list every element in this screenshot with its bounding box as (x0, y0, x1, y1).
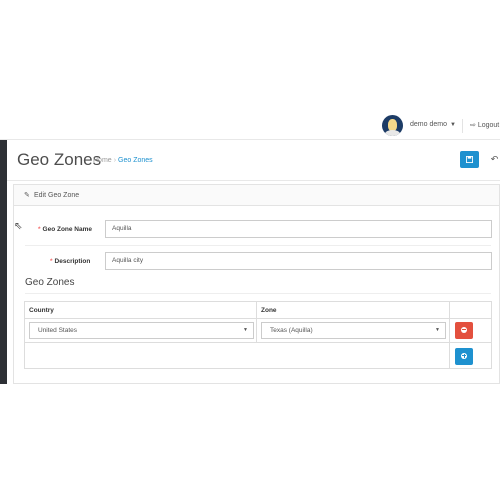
pencil-icon: ✎ (24, 192, 30, 199)
zone-select-value: Texas (Aquilla) (270, 327, 313, 334)
back-button[interactable]: ↶ (485, 151, 500, 168)
breadcrumb-home[interactable]: Home (93, 157, 112, 164)
header-divider (462, 119, 463, 133)
section-divider (25, 293, 491, 294)
select-arrow-icon: ▼ (243, 327, 248, 333)
avatar-body (385, 130, 400, 136)
caret-down-icon: ▼ (449, 122, 456, 128)
breadcrumb: Home › Geo Zones (93, 157, 153, 164)
sidebar-edge (0, 140, 7, 384)
remove-zone-button[interactable] (455, 322, 473, 339)
sign-out-icon: ⇨ (470, 122, 476, 129)
column-header-country: Country (25, 302, 257, 319)
save-button[interactable] (460, 151, 479, 168)
form-divider (25, 245, 491, 246)
user-avatar[interactable] (382, 115, 403, 136)
reply-icon: ↶ (490, 154, 499, 164)
page-title: Geo Zones (17, 150, 102, 169)
required-marker: * (50, 258, 53, 265)
user-name: demo demo (410, 121, 447, 128)
top-header: demo demo ▼ ⇨ Logout (0, 112, 500, 140)
table-footer-cell (25, 343, 450, 369)
select-arrow-icon: ▼ (435, 327, 440, 333)
panel-heading: ✎ Edit Geo Zone (14, 185, 499, 206)
plus-circle-icon (461, 352, 467, 359)
breadcrumb-separator: › (113, 157, 117, 164)
mouse-cursor-icon: ⇖ (14, 221, 23, 232)
logout-label: Logout (477, 122, 500, 129)
floppy-icon (466, 155, 473, 163)
geo-zone-name-input[interactable]: Aquilla (105, 220, 492, 238)
logout-link[interactable]: ⇨ Logout (470, 121, 499, 129)
user-menu-toggle[interactable]: demo demo ▼ (410, 121, 456, 128)
description-input[interactable]: Aquilla city (105, 252, 492, 270)
geo-zone-name-label: * Geo Zone Name (38, 226, 92, 233)
required-marker: * (38, 226, 41, 233)
breadcrumb-geo-zones[interactable]: Geo Zones (118, 157, 153, 164)
country-select[interactable]: United States ▼ (29, 322, 254, 339)
zones-table: Country Zone United States ▼ Texas (Aqui… (24, 301, 492, 369)
page-header: Geo Zones Home › Geo Zones ↶ (7, 141, 500, 181)
description-label: * Description (50, 258, 90, 265)
geo-zone-name-label-text: Geo Zone Name (42, 226, 93, 233)
column-header-zone: Zone (257, 302, 450, 319)
column-header-actions (450, 302, 492, 319)
geo-zones-section-title: Geo Zones (25, 277, 75, 288)
zone-select[interactable]: Texas (Aquilla) ▼ (261, 322, 446, 339)
panel-title: Edit Geo Zone (34, 192, 80, 199)
description-label-text: Description (54, 258, 91, 265)
add-zone-button[interactable] (455, 348, 473, 365)
country-select-value: United States (38, 327, 78, 334)
minus-circle-icon (461, 326, 467, 333)
